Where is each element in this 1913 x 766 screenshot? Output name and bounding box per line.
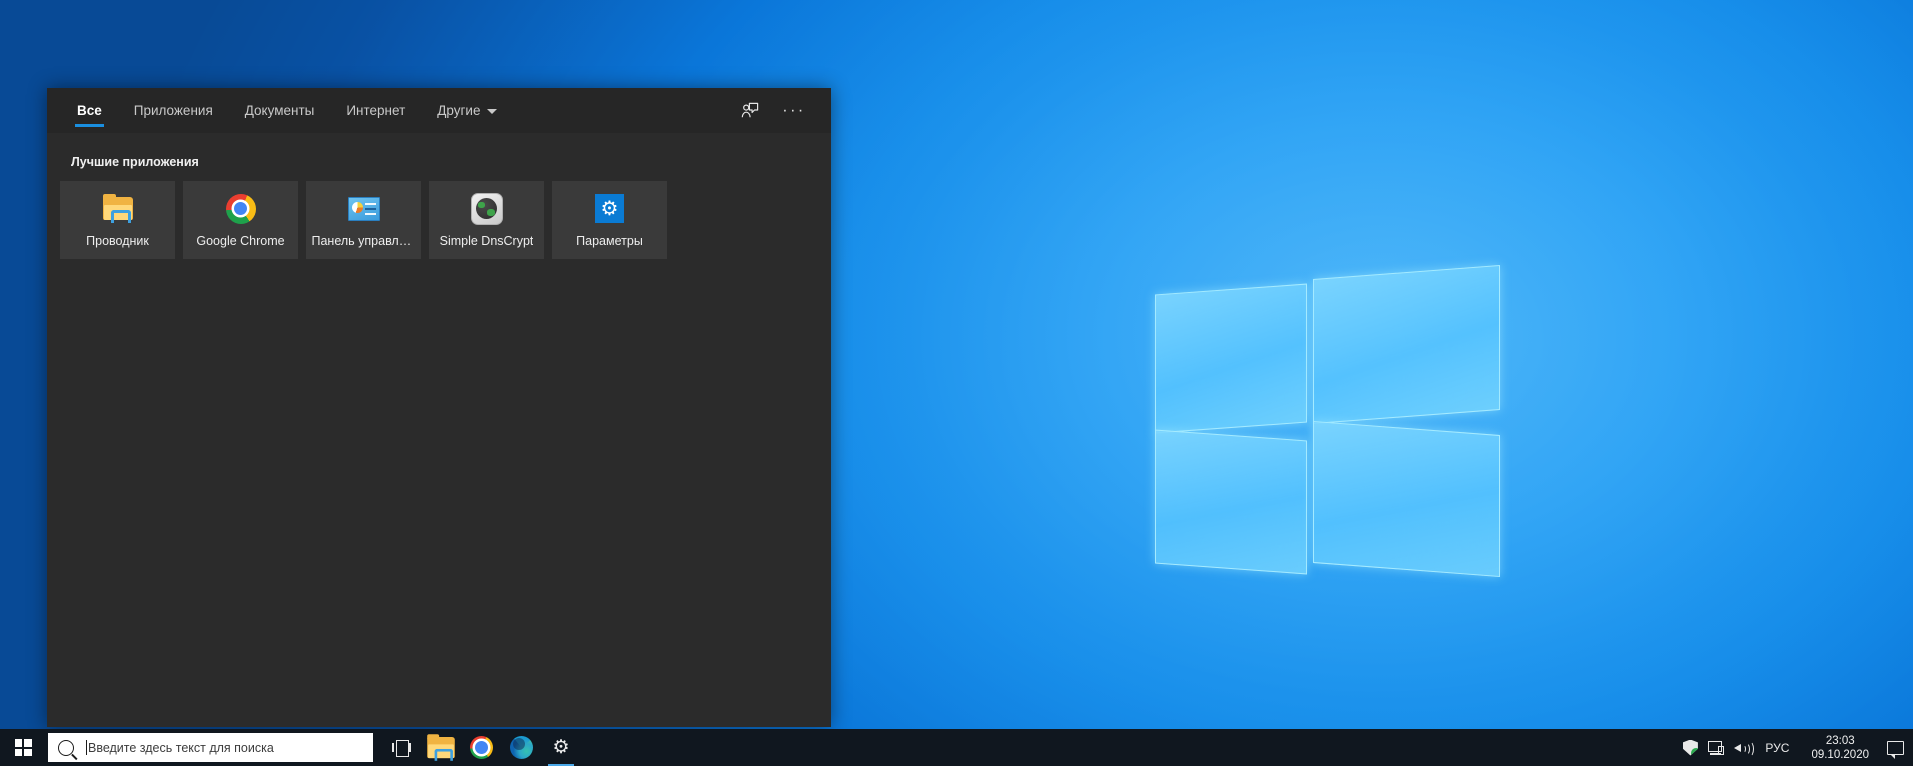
app-tile-label: Simple DnsCrypt	[439, 233, 534, 248]
tab-web-label: Интернет	[346, 103, 406, 118]
text-cursor	[86, 740, 87, 755]
search-magnifier-icon	[58, 739, 74, 756]
app-tile-control-panel[interactable]: Панель управлен...	[306, 181, 421, 259]
hero-pane-bottom-left	[1155, 429, 1307, 575]
folder-icon	[427, 733, 455, 761]
more-options-button[interactable]: ···	[775, 94, 813, 128]
clock[interactable]: 23:03 09.10.2020	[1799, 729, 1881, 766]
action-center-icon	[1886, 740, 1904, 759]
start-button[interactable]	[0, 729, 46, 766]
desktop-screen: Все Приложения Документы Интернет Другие	[0, 0, 1913, 766]
windows-logo-icon	[14, 739, 32, 756]
windows-security-button[interactable]	[1677, 729, 1703, 766]
system-tray: РУС 23:03 09.10.2020	[1677, 729, 1913, 766]
search-panel-header: Все Приложения Документы Интернет Другие	[47, 88, 831, 133]
edge-icon	[509, 736, 533, 759]
taskbar-pinned-icons: ⚙	[381, 729, 581, 766]
app-tile-simple-dnscrypt[interactable]: Simple DnsCrypt	[429, 181, 544, 259]
windows-hero-logo	[1155, 264, 1535, 590]
tab-all-label: Все	[77, 103, 102, 118]
app-tile-google-chrome[interactable]: Google Chrome	[183, 181, 298, 259]
feedback-icon	[741, 102, 759, 117]
volume-button[interactable]	[1729, 729, 1755, 766]
language-indicator[interactable]: РУС	[1755, 729, 1799, 766]
app-tile-file-explorer[interactable]: Проводник	[60, 181, 175, 259]
search-placeholder-text: Введите здесь текст для поиска	[88, 740, 274, 755]
folder-icon	[102, 193, 134, 225]
settings-gear-icon: ⚙	[552, 737, 570, 758]
tab-more-label: Другие	[437, 103, 481, 118]
network-button[interactable]	[1703, 729, 1729, 766]
search-panel-body: Лучшие приложения Проводник Google Chrom…	[47, 133, 831, 259]
search-header-actions: ···	[731, 94, 813, 128]
tab-active-indicator	[75, 124, 104, 127]
app-tile-label: Проводник	[86, 233, 149, 248]
edge-button[interactable]	[501, 729, 541, 766]
action-center-button[interactable]	[1881, 729, 1909, 766]
task-view-button[interactable]	[381, 729, 421, 766]
app-tile-label: Панель управлен...	[311, 233, 416, 248]
clock-date: 09.10.2020	[1811, 748, 1869, 761]
best-apps-heading: Лучшие приложения	[71, 155, 199, 169]
hero-pane-top-left	[1155, 283, 1307, 434]
feedback-button[interactable]	[731, 94, 769, 128]
app-tile-settings[interactable]: ⚙ Параметры	[552, 181, 667, 259]
best-apps-tile-row: Проводник Google Chrome Панель управлен.…	[60, 181, 831, 259]
tab-web[interactable]: Интернет	[330, 88, 421, 133]
windows-security-icon	[1682, 739, 1698, 756]
tab-apps-label: Приложения	[133, 103, 213, 118]
clock-time: 23:03	[1825, 734, 1855, 747]
control-panel-icon	[347, 193, 380, 225]
tab-more[interactable]: Другие	[421, 88, 513, 133]
settings-gear-icon: ⚙	[594, 193, 626, 225]
app-tile-label: Google Chrome	[196, 233, 285, 248]
taskbar-search-input[interactable]: Введите здесь текст для поиска	[48, 733, 373, 762]
tab-documents-label: Документы	[244, 103, 315, 118]
tab-all[interactable]: Все	[61, 88, 118, 133]
network-icon	[1708, 740, 1725, 755]
chrome-icon	[225, 193, 257, 225]
tab-apps[interactable]: Приложения	[118, 88, 229, 133]
hero-pane-bottom-right	[1313, 420, 1500, 578]
volume-icon	[1733, 740, 1754, 757]
file-explorer-button[interactable]	[421, 729, 461, 766]
dnscrypt-globe-icon	[470, 192, 503, 225]
more-options-icon: ···	[782, 101, 806, 119]
hero-pane-top-right	[1313, 264, 1500, 425]
chrome-button[interactable]	[461, 729, 501, 766]
task-view-icon	[391, 740, 411, 757]
chrome-icon	[469, 736, 493, 759]
search-flyout-panel: Все Приложения Документы Интернет Другие	[47, 88, 831, 727]
app-tile-label: Параметры	[576, 233, 643, 248]
taskbar: Введите здесь текст для поиска ⚙ РУС 23:…	[0, 729, 1913, 766]
chevron-down-icon	[487, 109, 498, 114]
settings-button[interactable]: ⚙	[541, 729, 581, 766]
search-tabs: Все Приложения Документы Интернет Другие	[61, 88, 513, 133]
tab-documents[interactable]: Документы	[229, 88, 331, 133]
